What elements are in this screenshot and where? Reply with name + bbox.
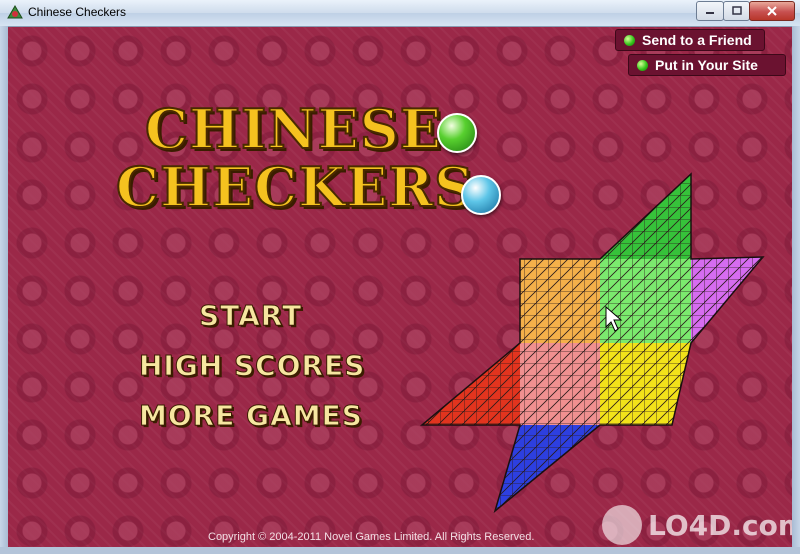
- window-frame-left: [0, 26, 8, 554]
- title-bar[interactable]: Chinese Checkers: [0, 0, 800, 27]
- board-outline: [419, 172, 765, 514]
- close-button[interactable]: [749, 1, 795, 21]
- window-frame-right: [792, 26, 800, 554]
- copyright-text: Copyright © 2004-2011 Novel Games Limite…: [208, 531, 535, 543]
- window-title: Chinese Checkers: [28, 5, 127, 19]
- app-icon: [7, 5, 23, 19]
- close-icon: [767, 6, 777, 16]
- game-window: Chinese Checkers Send to a Friend Put in…: [0, 0, 800, 554]
- watermark-logo-icon: [602, 505, 642, 545]
- maximize-icon: [731, 6, 742, 15]
- watermark-text: LO4D.com: [648, 508, 792, 542]
- game-board-illustration: [419, 172, 765, 514]
- game-area: Send to a Friend Put in Your Site CHINES…: [8, 27, 792, 547]
- window-frame-bottom: [0, 547, 800, 554]
- minimize-button[interactable]: [696, 1, 724, 21]
- watermark: LO4D.com: [602, 505, 792, 545]
- minimize-icon: [706, 12, 714, 14]
- maximize-button[interactable]: [723, 1, 750, 21]
